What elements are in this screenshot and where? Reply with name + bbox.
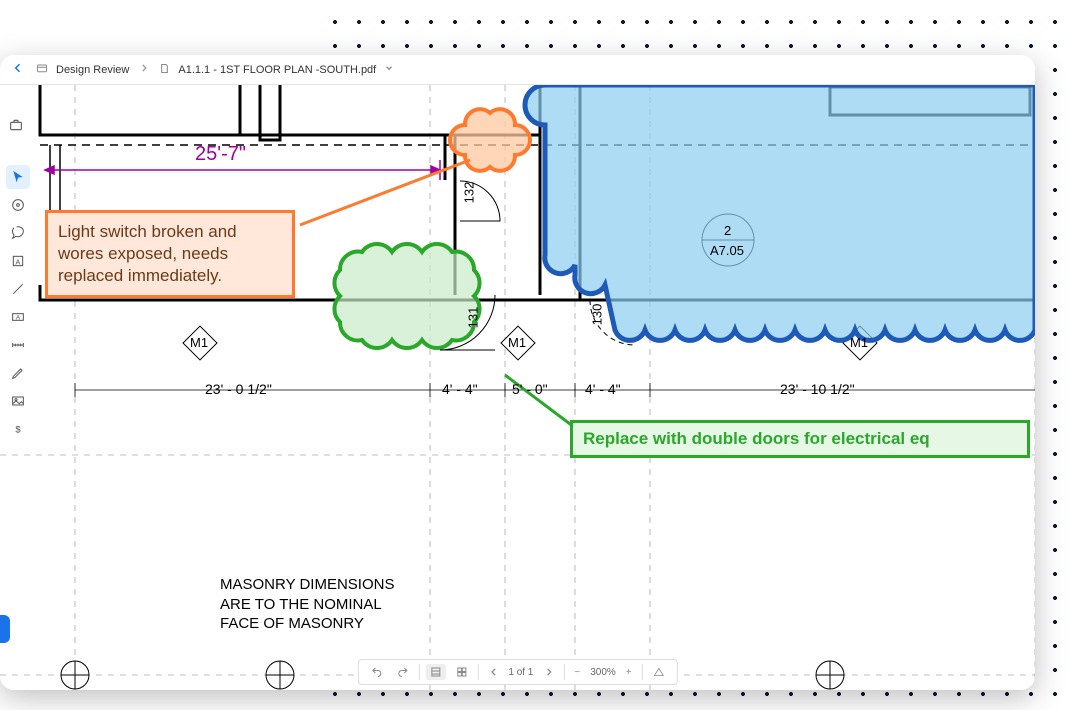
protractor-button[interactable] <box>649 664 669 680</box>
text-annotation-tool[interactable]: A <box>6 249 30 273</box>
breadcrumb-file[interactable]: A1.1.1 - 1ST FLOOR PLAN -SOUTH.pdf <box>178 64 376 76</box>
line-tool[interactable] <box>6 277 30 301</box>
marker-m1-b: M1 <box>508 335 526 350</box>
door-label-130: 130 <box>589 304 604 326</box>
side-panel-tab[interactable] <box>0 615 10 643</box>
redo-button[interactable] <box>392 664 412 680</box>
annotation-orange-text: Light switch broken and wores exposed, n… <box>58 222 237 285</box>
back-button[interactable] <box>8 60 28 79</box>
door-label-131: 131 <box>465 307 480 329</box>
dimension-5: 23' - 10 1/2" <box>780 381 855 397</box>
pan-tool[interactable] <box>6 193 30 217</box>
annotation-green-text: Replace with double doors for electrical… <box>583 429 930 448</box>
breadcrumb-bar: Design Review A1.1.1 - 1ST FLOOR PLAN -S… <box>0 55 1035 85</box>
chevron-right-icon <box>137 63 151 76</box>
door-label-132: 132 <box>461 182 476 204</box>
grid-view-button[interactable] <box>451 664 471 680</box>
project-icon <box>36 62 48 77</box>
pointer-tool[interactable] <box>6 165 30 189</box>
zoom-out-button[interactable]: − <box>570 665 584 680</box>
marker-m1-c: M1 <box>850 335 868 350</box>
annotation-green[interactable]: Replace with double doors for electrical… <box>570 420 1030 458</box>
drawing-canvas[interactable]: 25'-7" 23' - 0 1/2" 4' - 4" 5' - 0" 4' -… <box>0 85 1035 690</box>
marker-m1-a: M1 <box>190 335 208 350</box>
pdf-viewer-window: Design Review A1.1.1 - 1ST FLOOR PLAN -S… <box>0 55 1035 690</box>
dimension-3: 5' - 0" <box>512 381 548 397</box>
lasso-tool[interactable] <box>6 221 30 245</box>
detail-sheet: A7.05 <box>710 243 744 258</box>
prev-page-button[interactable] <box>484 665 502 679</box>
dimension-2: 4' - 4" <box>442 381 478 397</box>
thumbnails-button[interactable] <box>425 664 445 680</box>
masonry-note: MASONRY DIMENSIONS ARE TO THE NOMINAL FA… <box>220 575 394 634</box>
bottom-toolbar: 1 of 1 − 300% + <box>357 659 677 685</box>
svg-text:$: $ <box>15 424 21 434</box>
pencil-tool[interactable] <box>6 361 30 385</box>
dimension-main: 25'-7" <box>195 143 246 166</box>
file-icon <box>159 63 170 77</box>
image-tool[interactable] <box>6 389 30 413</box>
measure-tool[interactable] <box>6 333 30 357</box>
page-indicator: 1 of 1 <box>508 667 533 678</box>
dimension-4: 4' - 4" <box>585 381 621 397</box>
breadcrumb-root[interactable]: Design Review <box>56 64 129 76</box>
annotation-orange[interactable]: Light switch broken and wores exposed, n… <box>45 210 295 298</box>
textbox-tool[interactable]: A <box>6 305 30 329</box>
cost-tool[interactable]: $ <box>6 417 30 441</box>
toolbox-button[interactable] <box>4 113 28 137</box>
dimension-1: 23' - 0 1/2" <box>205 381 272 397</box>
zoom-level: 300% <box>590 667 616 678</box>
tool-sidebar: A A $ <box>4 165 32 441</box>
detail-num: 2 <box>724 223 731 238</box>
zoom-in-button[interactable]: + <box>622 665 636 680</box>
chevron-down-icon[interactable] <box>384 63 394 76</box>
svg-text:A: A <box>16 257 21 266</box>
svg-text:A: A <box>16 316 20 322</box>
next-page-button[interactable] <box>539 665 557 679</box>
undo-button[interactable] <box>366 664 386 680</box>
